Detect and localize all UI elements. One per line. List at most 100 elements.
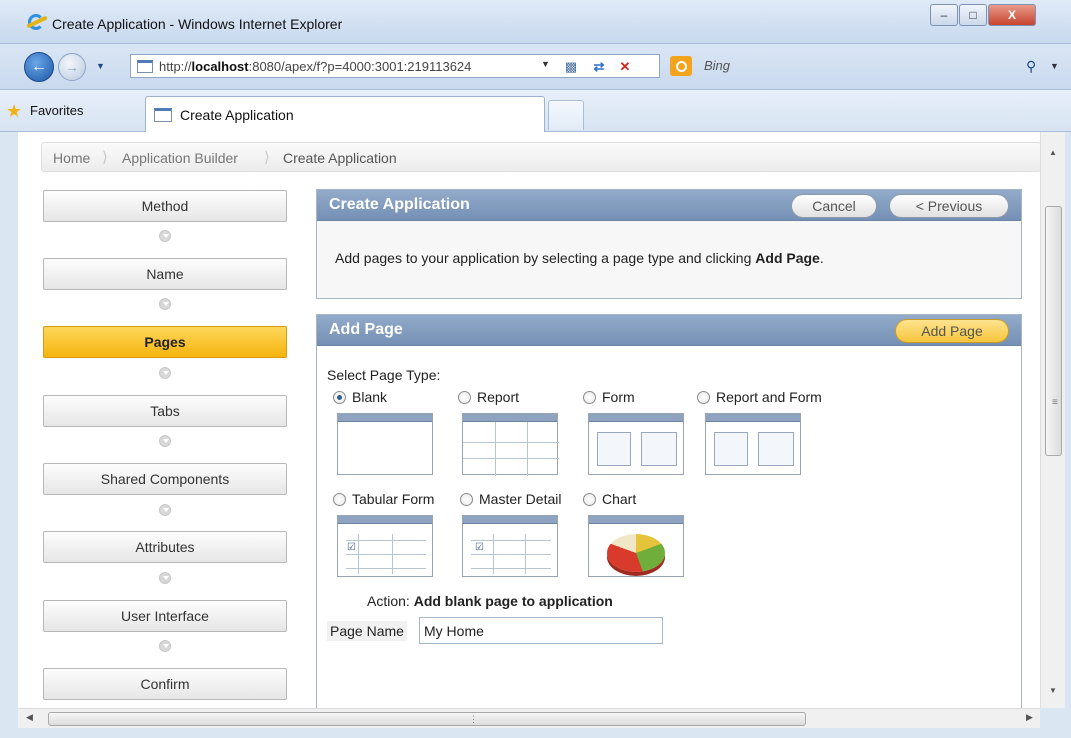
- search-placeholder: Bing: [704, 58, 731, 73]
- previous-button[interactable]: < Previous: [889, 194, 1009, 218]
- wizard-step-name[interactable]: Name: [43, 258, 287, 290]
- window-title: Create Application - Windows Internet Ex…: [52, 16, 343, 32]
- url-text[interactable]: http://localhost:8080/apex/f?p=4000:3001…: [159, 59, 534, 74]
- radio-icon[interactable]: [697, 391, 710, 404]
- search-dropdown-icon[interactable]: ▼: [1050, 61, 1059, 71]
- select-page-type-label: Select Page Type:: [327, 367, 441, 383]
- region-header: Add Page Add Page: [317, 315, 1021, 346]
- address-dropdown-icon[interactable]: ▼: [541, 59, 550, 69]
- radio-icon[interactable]: [333, 493, 346, 506]
- back-button[interactable]: ←: [24, 52, 54, 82]
- add-page-region: Add Page Add Page Select Page Type: Blan…: [316, 314, 1022, 708]
- page-name-input[interactable]: [419, 617, 663, 644]
- search-icon[interactable]: ⚲: [1026, 58, 1036, 75]
- window-titlebar: Create Application - Windows Internet Ex…: [0, 0, 1071, 44]
- blank-page-thumbnail[interactable]: [337, 413, 433, 475]
- breadcrumb: Home ⟩ Application Builder ⟩ Create Appl…: [41, 142, 1040, 172]
- step-connector-icon: [159, 298, 171, 310]
- page-type-master-detail[interactable]: Master Detail: [460, 491, 561, 507]
- checkbox-checked-icon: ☑: [347, 542, 356, 553]
- favorites-star-icon[interactable]: ★: [6, 101, 22, 122]
- wizard-step-user-interface[interactable]: User Interface: [43, 600, 287, 632]
- favorites-bar: ★ Favorites Create Application: [0, 90, 1071, 132]
- scroll-down-icon[interactable]: ▼: [1049, 686, 1057, 695]
- instruction-text: Add pages to your application by selecti…: [335, 250, 824, 266]
- create-application-region: Create Application Cancel < Previous Add…: [316, 189, 1022, 299]
- scroll-up-icon[interactable]: ▲: [1049, 148, 1057, 157]
- wizard-step-tabs[interactable]: Tabs: [43, 395, 287, 427]
- step-connector-icon: [159, 572, 171, 584]
- step-connector-icon: [159, 504, 171, 516]
- chart-page-thumbnail[interactable]: [588, 515, 684, 577]
- maximize-button[interactable]: □: [959, 4, 987, 26]
- page-type-report[interactable]: Report: [458, 389, 519, 405]
- page-type-tabular-form[interactable]: Tabular Form: [333, 491, 434, 507]
- search-box[interactable]: Bing: [668, 54, 1018, 78]
- navigation-bar: ← → ▼ http://localhost:8080/apex/f?p=400…: [0, 44, 1071, 90]
- checkbox-checked-icon: ☑: [475, 542, 484, 553]
- scroll-left-icon[interactable]: ◀: [26, 712, 33, 723]
- radio-icon[interactable]: [458, 391, 471, 404]
- stop-icon[interactable]: ✕: [615, 58, 635, 75]
- radio-icon[interactable]: [583, 391, 596, 404]
- add-page-button[interactable]: Add Page: [895, 319, 1009, 343]
- window-bottom-frame: [0, 728, 1071, 738]
- step-connector-icon: [159, 435, 171, 447]
- region-header: Create Application Cancel < Previous: [317, 190, 1021, 221]
- breadcrumb-home[interactable]: Home: [53, 150, 90, 166]
- radio-selected-icon[interactable]: [333, 391, 346, 404]
- cancel-button[interactable]: Cancel: [791, 194, 877, 218]
- compatibility-view-icon[interactable]: ▩: [561, 58, 581, 75]
- internet-explorer-icon: [28, 14, 44, 30]
- tabular-form-page-thumbnail[interactable]: ☑: [337, 515, 433, 577]
- breadcrumb-application-builder[interactable]: Application Builder: [122, 150, 238, 166]
- page-type-chart[interactable]: Chart: [583, 491, 636, 507]
- wizard-step-confirm[interactable]: Confirm: [43, 668, 287, 700]
- form-page-thumbnail[interactable]: [588, 413, 684, 475]
- page-type-form[interactable]: Form: [583, 389, 635, 405]
- forward-button[interactable]: →: [58, 53, 86, 81]
- back-arrow-icon: ←: [31, 58, 47, 75]
- breadcrumb-separator-icon: ⟩: [102, 149, 108, 166]
- tab-title: Create Application: [180, 107, 294, 123]
- page-type-report-and-form[interactable]: Report and Form: [697, 389, 822, 405]
- region-title: Add Page: [329, 321, 403, 338]
- radio-icon[interactable]: [460, 493, 473, 506]
- vertical-scroll-thumb[interactable]: ≡: [1045, 206, 1062, 456]
- page-icon: [154, 108, 172, 122]
- close-button[interactable]: X: [988, 4, 1036, 26]
- master-detail-page-thumbnail[interactable]: ☑: [462, 515, 558, 577]
- step-connector-icon: [159, 230, 171, 242]
- history-dropdown-icon[interactable]: ▼: [96, 61, 105, 71]
- favorites-button[interactable]: Favorites: [30, 103, 83, 118]
- horizontal-scroll-thumb[interactable]: ⋮: [48, 712, 806, 726]
- bing-icon: [670, 56, 692, 76]
- step-connector-icon: [159, 367, 171, 379]
- forward-arrow-icon: →: [65, 59, 79, 75]
- minimize-button[interactable]: –: [930, 4, 958, 26]
- new-tab-button[interactable]: [548, 100, 584, 130]
- scroll-right-icon[interactable]: ▶: [1026, 712, 1033, 723]
- page-name-label: Page Name: [327, 621, 407, 641]
- vertical-scrollbar[interactable]: ▲ ≡ ▼: [1040, 132, 1065, 708]
- action-text: Action: Add blank page to application: [367, 593, 613, 609]
- address-bar[interactable]: http://localhost:8080/apex/f?p=4000:3001…: [130, 54, 660, 78]
- wizard-step-shared-components[interactable]: Shared Components: [43, 463, 287, 495]
- region-title: Create Application: [329, 196, 470, 213]
- page-content: Home ⟩ Application Builder ⟩ Create Appl…: [18, 132, 1040, 708]
- wizard-step-attributes[interactable]: Attributes: [43, 531, 287, 563]
- radio-icon[interactable]: [583, 493, 596, 506]
- browser-tab-active[interactable]: Create Application: [145, 96, 545, 132]
- page-type-blank[interactable]: Blank: [333, 389, 387, 405]
- wizard-step-method[interactable]: Method: [43, 190, 287, 222]
- pie-chart-icon: [607, 534, 665, 572]
- refresh-icon[interactable]: ⇄: [589, 58, 609, 75]
- breadcrumb-separator-icon: ⟩: [264, 149, 270, 166]
- breadcrumb-create-application: Create Application: [283, 150, 397, 166]
- page-icon: [137, 60, 153, 73]
- report-page-thumbnail[interactable]: [462, 413, 559, 476]
- wizard-step-pages[interactable]: Pages: [43, 326, 287, 358]
- grip-icon: ⋮: [469, 714, 478, 724]
- horizontal-scrollbar[interactable]: ◀ ⋮ ▶: [18, 708, 1040, 728]
- report-and-form-page-thumbnail[interactable]: [705, 413, 801, 475]
